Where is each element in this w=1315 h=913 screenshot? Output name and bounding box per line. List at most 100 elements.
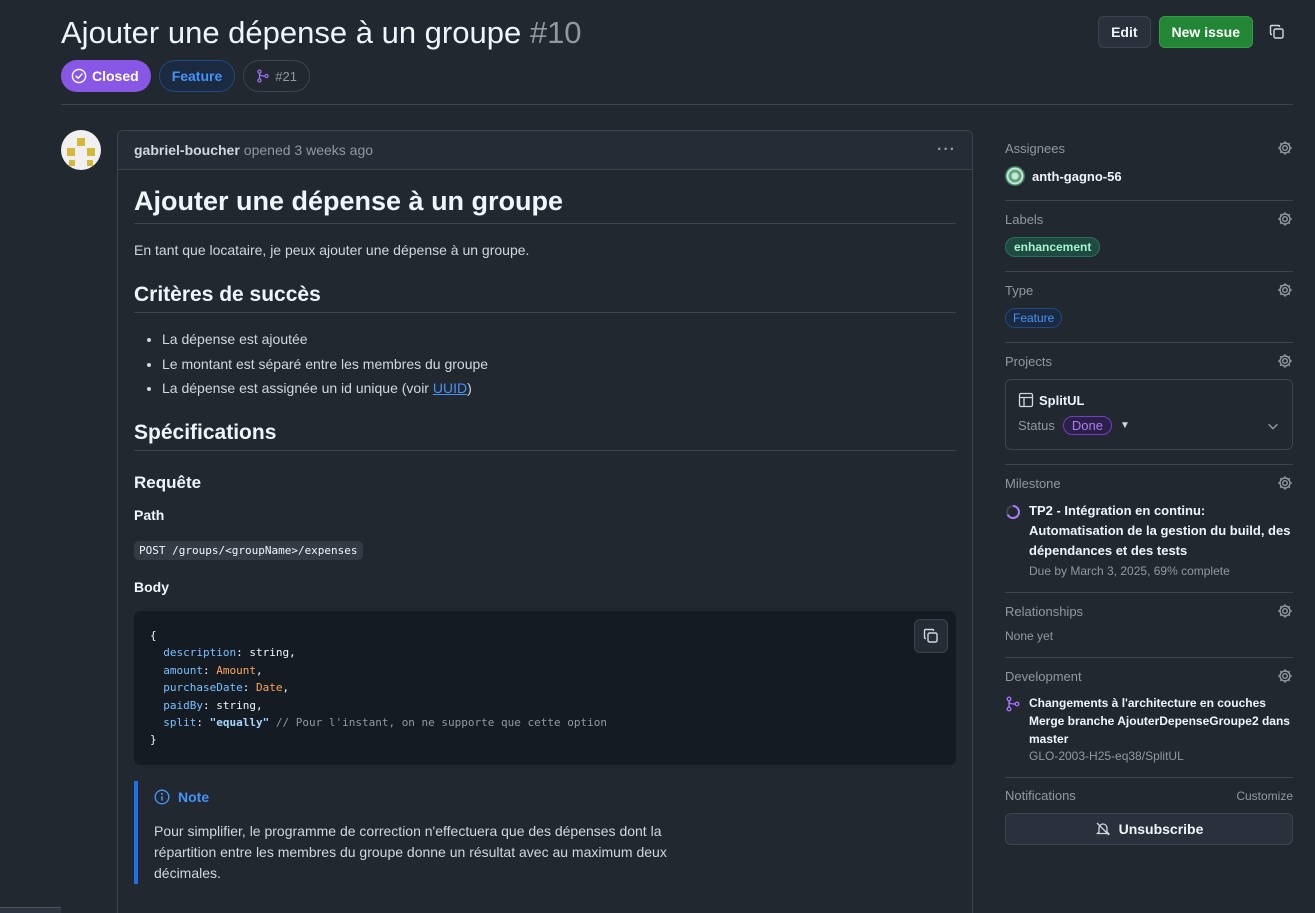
list-item: Le montant est séparé entre les membres … (162, 354, 956, 375)
path-heading: Path (134, 507, 165, 523)
code-end: , (282, 681, 290, 695)
assignees-label: Assignees (1005, 140, 1065, 156)
status-done-pill[interactable]: Done (1062, 416, 1112, 435)
gear-icon[interactable] (1277, 282, 1293, 298)
bell-slash-icon (1095, 822, 1110, 836)
check-circle-icon (71, 68, 87, 84)
body-code-block: { description: string, amount: Amount, p… (134, 611, 956, 765)
issue-title: Ajouter une dépense à un groupe #10 (61, 15, 582, 51)
assignee[interactable]: anth-gagno-56 (1005, 166, 1293, 186)
list-item-suffix: ) (467, 380, 472, 396)
triangle-down-icon[interactable]: ▼ (1120, 420, 1130, 431)
relationships-section: Relationships None yet (1005, 593, 1293, 658)
issue-body-comment: gabriel-boucher opened 3 weeks ago ··· A… (117, 130, 973, 913)
issue-sidebar: Assignees anth-gagno-56 Labels enhanceme… (1005, 130, 1293, 859)
assignees-section: Assignees anth-gagno-56 (1005, 130, 1293, 201)
labels-label: Labels (1005, 211, 1044, 227)
issue-header: Ajouter une dépense à un groupe #10 Edit… (61, 0, 1293, 105)
code-line: amount: Amount, (150, 663, 263, 677)
code-property: split (163, 716, 197, 730)
code-property: purchaseDate (163, 681, 243, 695)
edit-button[interactable]: Edit (1098, 16, 1151, 48)
gear-icon[interactable] (1277, 140, 1293, 156)
author-avatar[interactable] (61, 130, 101, 170)
type-section: Type Feature (1005, 272, 1293, 343)
notifications-label: Notifications (1005, 788, 1076, 803)
assignee-name: anth-gagno-56 (1032, 168, 1122, 184)
code-end (269, 716, 276, 729)
issue-type-pill[interactable]: Feature (158, 60, 236, 92)
comment-body: Ajouter une dépense à un groupe En tant … (118, 170, 972, 884)
code-end: , (256, 698, 263, 712)
customize-link[interactable]: Customize (1236, 789, 1293, 803)
milestone[interactable]: TP2 - Intégration en continu: Automatisa… (1005, 501, 1293, 578)
gear-icon[interactable] (1277, 211, 1293, 227)
request-heading: Requête (134, 473, 202, 492)
note-title: Note (154, 789, 940, 805)
code-line: paidBy: string, (150, 698, 263, 712)
code-line: purchaseDate: Date, (150, 681, 289, 694)
info-icon (154, 789, 170, 805)
code-value: string (216, 698, 256, 712)
milestone-section: Milestone TP2 - Intégration en continu: … (1005, 465, 1293, 593)
linked-pr[interactable]: #21 (243, 60, 310, 92)
issue-title-text: Ajouter une dépense à un groupe (61, 15, 522, 50)
path-paragraph: POST /groups/<groupName>/expenses (134, 539, 956, 561)
linked-pull-request[interactable]: Changements à l'architecture en couches … (1005, 694, 1293, 763)
labels-section: Labels enhancement (1005, 201, 1293, 272)
code-line: split: "equally" // Pour l'instant, on n… (150, 716, 607, 729)
pr-title[interactable]: Changements à l'architecture en couches … (1029, 694, 1293, 748)
code-comment: // Pour l'instant, on ne supporte que ce… (275, 716, 607, 730)
gear-icon[interactable] (1277, 353, 1293, 369)
comment-author[interactable]: gabriel-boucher (134, 142, 240, 158)
code-close: } (150, 733, 157, 747)
gear-icon[interactable] (1277, 475, 1293, 491)
note-title-text: Note (178, 788, 210, 805)
assignee-avatar (1005, 166, 1025, 186)
gear-icon[interactable] (1277, 668, 1293, 684)
milestone-title[interactable]: TP2 - Intégration en continu: Automatisa… (1029, 501, 1293, 561)
code-end: , (256, 663, 263, 677)
copy-link-icon[interactable] (1261, 16, 1293, 48)
relationships-label: Relationships (1005, 603, 1084, 619)
spec-heading: Spécifications (134, 421, 956, 451)
note-text: Pour simplifier, le programme de correct… (154, 822, 667, 881)
closed-state-badge: Closed (61, 60, 151, 92)
merge-icon (257, 69, 269, 83)
table-icon (1018, 392, 1034, 408)
code-lines: description: string, amount: Amount, pur… (150, 646, 607, 729)
comment-header: gabriel-boucher opened 3 weeks ago ··· (118, 131, 972, 170)
project-card: SplitUL Status Done ▼ (1005, 379, 1293, 450)
code-open: { (150, 629, 157, 642)
chevron-down-icon[interactable] (1266, 419, 1280, 433)
copy-icon (923, 628, 938, 643)
more-options-icon[interactable]: ··· (937, 141, 956, 159)
list-item: La dépense est assignée un id unique (vo… (162, 378, 956, 399)
unsubscribe-button[interactable]: Unsubscribe (1005, 813, 1293, 845)
code-end: , (289, 646, 296, 660)
code-property: amount (163, 663, 203, 677)
code-separator: : (196, 716, 210, 730)
code-separator: : (242, 681, 256, 695)
milestone-due: Due by March 3, 2025, 69% complete (1029, 564, 1230, 578)
code-separator: : (203, 698, 217, 712)
uuid-link[interactable]: UUID (433, 380, 467, 396)
type-feature[interactable]: Feature (1005, 308, 1063, 328)
milestone-label: Milestone (1005, 475, 1061, 491)
issue-number: #10 (529, 15, 582, 50)
issue-meta: Closed Feature #21 (61, 60, 310, 92)
label-enhancement[interactable]: enhancement (1005, 237, 1101, 257)
body-intro: En tant que locataire, je peux ajouter u… (134, 242, 530, 258)
new-issue-button[interactable]: New issue (1158, 16, 1253, 48)
comment-timestamp: opened 3 weeks ago (243, 142, 374, 158)
gear-icon[interactable] (1277, 603, 1293, 619)
milestone-progress-icon (1006, 505, 1020, 519)
pr-repo: GLO-2003-H25-eq38/SplitUL (1029, 749, 1184, 763)
project-name[interactable]: SplitUL (1018, 392, 1280, 408)
copy-code-button[interactable] (914, 619, 948, 653)
code-line: description: string, (150, 646, 296, 660)
notifications-section: Notifications Customize Unsubscribe (1005, 778, 1293, 859)
body-subheading: Body (134, 579, 169, 595)
type-label: Type (1005, 282, 1034, 298)
path-code: POST /groups/<groupName>/expenses (134, 541, 363, 560)
